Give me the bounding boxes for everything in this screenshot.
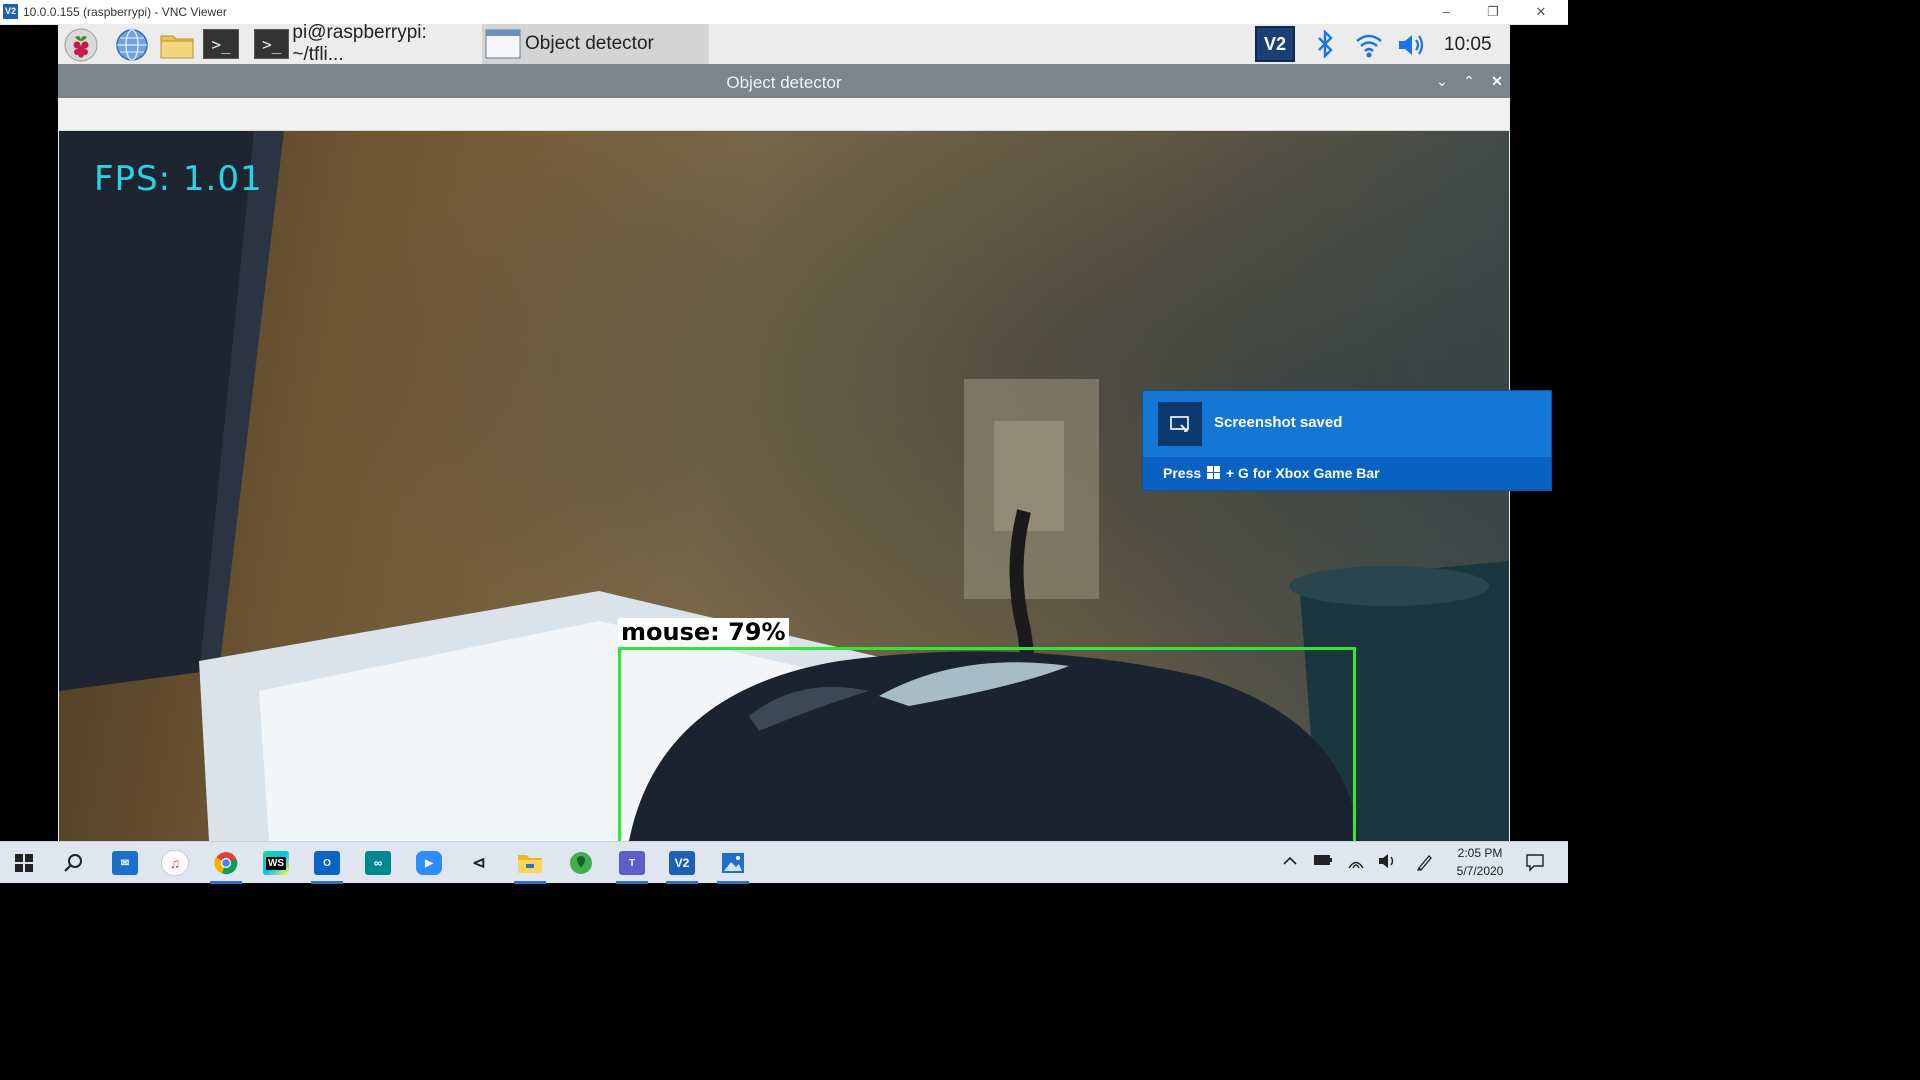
wifi-icon[interactable] <box>1354 31 1384 59</box>
close-button[interactable]: ✕ <box>1518 0 1564 24</box>
screenshot-toast[interactable]: Screenshot saved Press + G for Xbox Game… <box>1143 391 1551 490</box>
webstorm-app[interactable]: WS <box>256 846 296 880</box>
window-maximize-button[interactable]: ⌃ <box>1460 72 1478 90</box>
search-icon <box>64 854 82 872</box>
taskbar-terminal-window[interactable]: >_ pi@raspberrypi: ~/tfli... <box>254 24 480 65</box>
pen-workspace-icon[interactable] <box>1414 853 1436 873</box>
photos-icon <box>722 853 744 873</box>
pi-clock[interactable]: 10:05 <box>1444 34 1492 56</box>
photos-app[interactable] <box>713 846 753 884</box>
terminal-icon: >_ <box>254 29 290 59</box>
object-detector-window-title: Object detector <box>726 73 842 92</box>
show-hidden-icons-chevron-up-icon[interactable] <box>1279 853 1301 873</box>
bluetooth-icon[interactable] <box>1313 29 1337 59</box>
arduino-icon: ∞ <box>365 851 391 875</box>
mail-app[interactable]: ✉ <box>105 846 145 880</box>
maps-icon <box>570 852 592 874</box>
windows-key-icon <box>1207 466 1221 479</box>
volume-tray-icon[interactable] <box>1376 853 1398 873</box>
teams-app[interactable]: T <box>612 846 652 884</box>
zoom-icon: ▶ <box>416 851 442 875</box>
web-browser-launcher[interactable] <box>115 28 149 61</box>
fps-counter: FPS: 1.01 <box>94 159 263 199</box>
toast-header: Screenshot saved <box>1143 391 1551 457</box>
itunes-app[interactable]: ♫ <box>155 846 195 880</box>
windows-logo-icon <box>15 854 33 872</box>
outlook-icon: O <box>314 851 340 875</box>
action-center-icon[interactable] <box>1524 852 1546 872</box>
terminal-icon: >_ <box>203 29 239 59</box>
maps-app[interactable] <box>561 846 601 880</box>
terminal-launcher[interactable]: >_ <box>203 29 239 61</box>
vnc-viewer-app[interactable]: V2 <box>662 846 702 884</box>
visual-studio-icon: ⊲ <box>472 855 486 872</box>
file-explorer-icon <box>518 855 542 873</box>
outlook-app[interactable]: O <box>307 846 347 884</box>
globe-icon <box>116 29 148 61</box>
taskbar-object-detector-window[interactable]: Object detector <box>482 24 709 64</box>
volume-icon[interactable] <box>1396 31 1426 59</box>
vnc-viewer-logo-icon: V2 <box>3 4 18 19</box>
toast-body: Press + G for Xbox Game Bar <box>1163 465 1380 481</box>
taskbar-time[interactable]: 2:05 PM <box>1445 846 1515 860</box>
raspberry-icon <box>64 28 98 62</box>
chrome-app[interactable] <box>206 846 246 884</box>
vnc-server-icon[interactable]: V2 <box>1255 26 1295 62</box>
chrome-icon <box>214 852 238 875</box>
vnc-viewer-icon: V2 <box>669 851 695 875</box>
itunes-icon: ♫ <box>161 850 189 876</box>
file-explorer-app[interactable] <box>510 846 550 884</box>
raspberry-menu-button[interactable] <box>64 28 98 62</box>
pi-top-panel: >_ >_ pi@raspberrypi: ~/tfli... Object d… <box>58 24 1510 65</box>
toast-body-prefix: Press <box>1163 465 1202 481</box>
minimize-button[interactable]: – <box>1423 0 1469 24</box>
search-button[interactable] <box>53 846 93 880</box>
toast-body-suffix: + G for Xbox Game Bar <box>1225 465 1380 481</box>
windows-taskbar: ✉ ♫ WS O ∞ ▶ ⊲ T V2 2:05 PM 5/7/2020 <box>0 841 1568 884</box>
task-label: Object detector <box>525 33 654 54</box>
window-minimize-button[interactable]: ⌄ <box>1433 72 1451 90</box>
teams-icon: T <box>619 851 645 875</box>
start-button[interactable] <box>4 846 44 880</box>
restore-button[interactable]: ❐ <box>1470 0 1516 24</box>
screenshot-icon <box>1158 402 1202 446</box>
zoom-app[interactable]: ▶ <box>409 846 449 880</box>
task-label: pi@raspberrypi: ~/tfli... <box>292 24 427 65</box>
detection-bounding-box <box>618 647 1356 841</box>
vnc-window-title: 10.0.0.155 (raspberrypi) - VNC Viewer <box>23 5 227 19</box>
battery-icon[interactable] <box>1312 853 1334 873</box>
arduino-app[interactable]: ∞ <box>358 846 398 880</box>
object-detector-title-bar[interactable]: Object detector ⌄ ⌃ ✕ <box>58 64 1510 98</box>
toast-title: Screenshot saved <box>1214 414 1343 431</box>
webstorm-icon: WS <box>263 851 289 875</box>
file-manager-launcher[interactable] <box>159 28 194 60</box>
window-close-button[interactable]: ✕ <box>1488 72 1506 90</box>
taskbar-date[interactable]: 5/7/2020 <box>1445 864 1515 878</box>
object-detector-toolbar-area <box>58 98 1510 131</box>
network-icon[interactable] <box>1345 853 1367 873</box>
mail-icon: ✉ <box>112 851 138 875</box>
folder-icon <box>160 35 194 59</box>
window-icon <box>485 29 521 59</box>
vnc-title-bar: V2 10.0.0.155 (raspberrypi) - VNC Viewer… <box>0 0 1568 25</box>
visual-studio-app[interactable]: ⊲ <box>459 846 499 880</box>
detection-label: mouse: 79% <box>618 618 789 647</box>
